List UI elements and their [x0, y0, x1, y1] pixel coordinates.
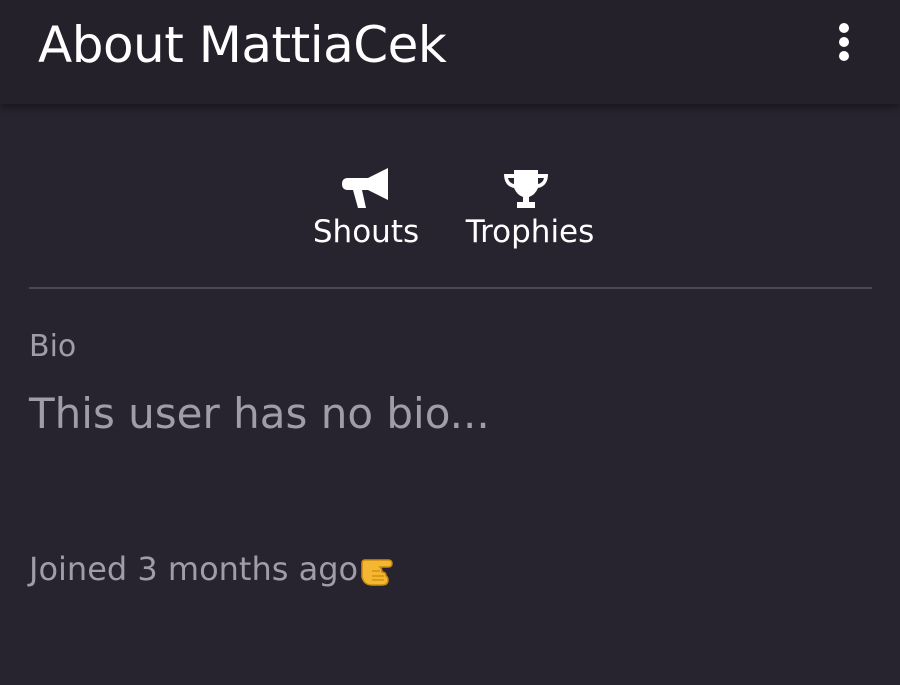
megaphone-icon — [338, 164, 394, 214]
trophy-icon — [498, 164, 554, 214]
tab-shouts-label: Shouts — [312, 214, 420, 250]
bio-text: This user has no bio... — [29, 389, 490, 438]
more-options-button[interactable] — [826, 18, 862, 68]
joined-info: Joined 3 months ago — [29, 546, 402, 592]
profile-about-screen: About MattiaCek Shouts Trophies Bio This… — [0, 0, 900, 685]
bio-label: Bio — [29, 329, 77, 364]
tab-trophies-label: Trophies — [465, 214, 595, 250]
tab-shouts[interactable]: Shouts — [296, 160, 436, 255]
joined-text: Joined 3 months ago — [29, 550, 359, 588]
more-vertical-icon — [839, 23, 849, 61]
app-bar: About MattiaCek — [0, 0, 900, 104]
tab-trophies[interactable]: Trophies — [456, 160, 596, 255]
page-title: About MattiaCek — [38, 16, 447, 74]
section-divider — [29, 287, 872, 289]
pointing-hand-icon — [358, 549, 402, 589]
profile-tabs: Shouts Trophies — [0, 160, 900, 260]
